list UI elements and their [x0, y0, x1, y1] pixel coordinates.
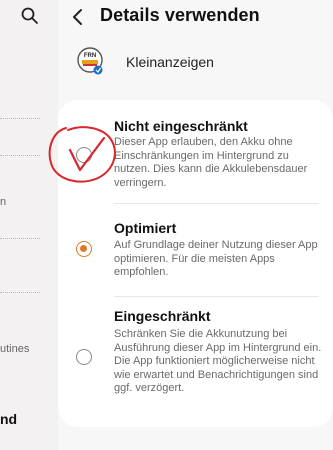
- radio-unrestricted[interactable]: [76, 147, 92, 163]
- app-name: Kleinanzeigen: [126, 54, 214, 70]
- option-description: Dieser App erlauben, den Akku ohne Einsc…: [114, 136, 308, 189]
- option-description: Schränken Sie die Akkunutzung bei Ausfüh…: [114, 328, 322, 394]
- option-title: Eingeschränkt: [114, 308, 211, 324]
- search-icon[interactable]: [20, 6, 40, 26]
- background-settings-list: n utines nd: [0, 0, 58, 450]
- battery-usage-details-screen: Details verwenden FRN Kleinanzeigen Nich…: [58, 0, 333, 450]
- option-description: Auf Grundlage deiner Nutzung dieser App …: [114, 239, 318, 278]
- list-divider: [0, 292, 40, 293]
- option-title: Optimiert: [114, 220, 177, 236]
- option-title: Nicht eingeschränkt: [114, 118, 248, 134]
- list-item-fragment: n: [0, 196, 7, 208]
- list-item-fragment: utines: [0, 343, 30, 355]
- radio-restricted[interactable]: [76, 349, 92, 365]
- list-item-fragment: nd: [0, 411, 18, 427]
- app-icon-badge-text: FRN: [84, 53, 96, 59]
- app-icon: FRN: [77, 47, 103, 75]
- list-divider: [0, 118, 40, 119]
- option-optimized[interactable]: Optimiert Auf Grundlage deiner Nutzung d…: [58, 204, 333, 304]
- page-title: Details verwenden: [100, 5, 260, 25]
- radio-optimized[interactable]: [76, 241, 92, 257]
- list-divider: [0, 155, 40, 156]
- back-arrow-icon[interactable]: [68, 6, 88, 28]
- battery-options-card: Nicht eingeschränkt Dieser App erlauben,…: [58, 100, 333, 427]
- option-restricted[interactable]: Eingeschränkt Schränken Sie die Akkunutz…: [58, 297, 333, 427]
- list-divider: [0, 238, 40, 239]
- option-unrestricted[interactable]: Nicht eingeschränkt Dieser App erlauben,…: [58, 100, 333, 210]
